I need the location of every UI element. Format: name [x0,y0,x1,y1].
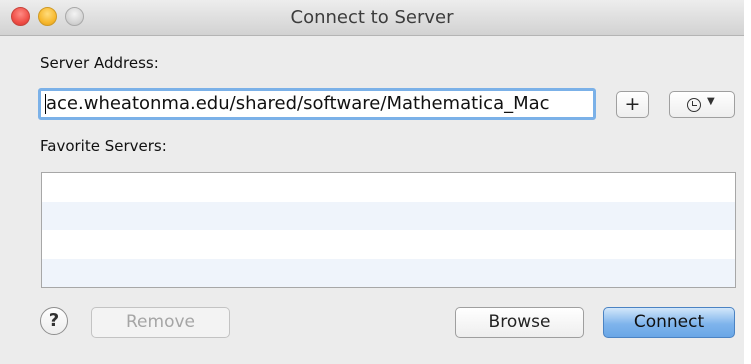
window-title: Connect to Server [290,7,454,28]
list-item[interactable] [42,258,735,287]
favorite-servers-label: Favorite Servers: [40,137,167,155]
connect-to-server-window: Connect to Server Server Address: ace.wh… [0,0,744,364]
server-address-value: ace.wheatonma.edu/shared/software/Mathem… [46,93,550,114]
help-button[interactable]: ? [40,307,68,335]
server-address-input[interactable]: ace.wheatonma.edu/shared/software/Mathem… [38,88,596,120]
browse-button[interactable]: Browse [455,307,584,338]
server-address-label: Server Address: [40,54,159,72]
title-bar[interactable]: Connect to Server [0,0,744,36]
add-favorite-button[interactable]: + [616,91,649,118]
connect-button[interactable]: Connect [603,307,735,338]
list-item[interactable] [42,173,735,202]
clock-icon [687,98,701,112]
chevron-down-icon: ▼ [707,96,715,107]
favorite-servers-list[interactable] [41,172,736,288]
remove-button[interactable]: Remove [91,307,230,338]
list-item[interactable] [42,230,735,259]
recent-servers-button[interactable]: ▼ [669,91,735,118]
list-item[interactable] [42,201,735,230]
